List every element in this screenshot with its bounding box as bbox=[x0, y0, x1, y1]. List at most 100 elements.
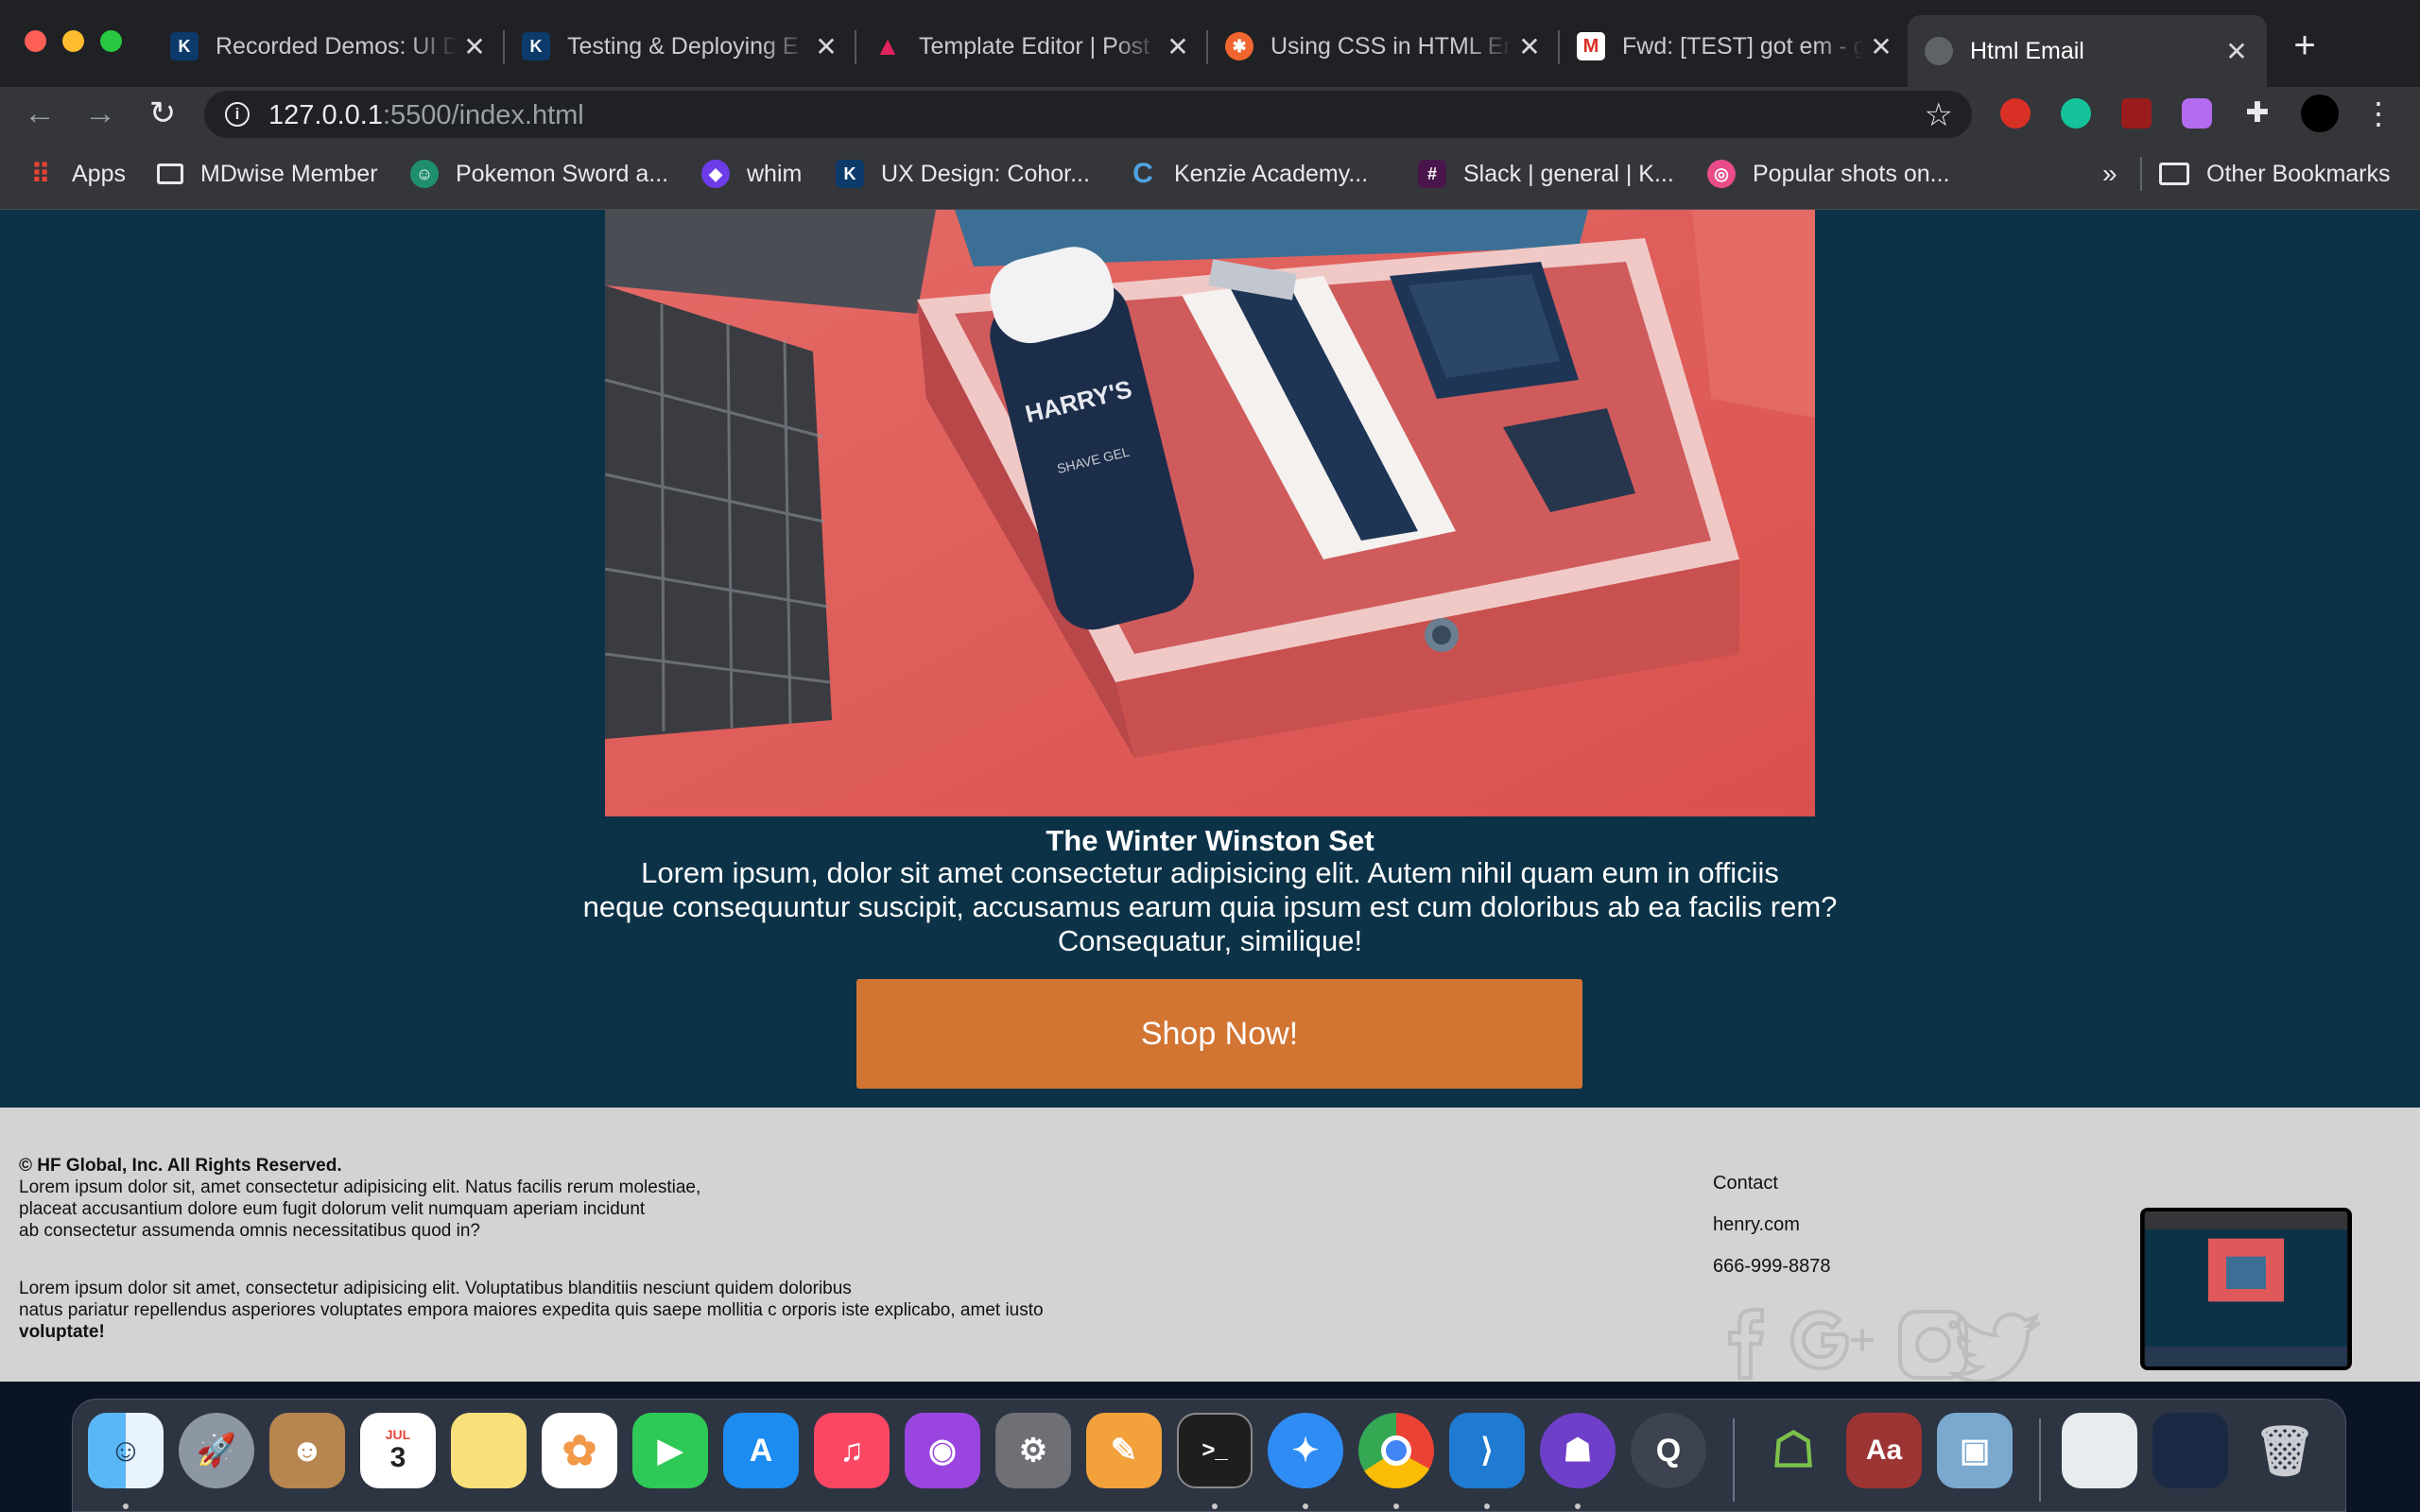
launchpad-icon[interactable]: 🚀 bbox=[179, 1413, 254, 1488]
close-tab-icon[interactable]: ✕ bbox=[458, 31, 492, 62]
bookmark-dribbble[interactable]: ◎ Popular shots on... bbox=[1707, 157, 1949, 191]
tab-recorded-demos[interactable]: K Recorded Demos: UI D ✕ bbox=[153, 15, 505, 77]
running-indicator bbox=[1303, 1503, 1308, 1509]
adblock-extension-icon[interactable] bbox=[2000, 98, 2031, 129]
calendar-icon[interactable]: JUL 3 bbox=[360, 1413, 436, 1488]
photos-icon[interactable]: ✿ bbox=[542, 1413, 617, 1488]
finder-icon[interactable]: ☺ bbox=[88, 1413, 164, 1488]
litmus-icon: ✱ bbox=[1225, 32, 1253, 60]
browser-toolbar: ← → ↻ i 127.0.0.1:5500/index.html ☆ ✚ ⋮ bbox=[0, 87, 2420, 140]
github-desktop-icon[interactable]: ☗ bbox=[1540, 1413, 1616, 1488]
running-indicator bbox=[1212, 1503, 1218, 1509]
bookmark-kenzie[interactable]: C Kenzie Academy... bbox=[1129, 157, 1368, 191]
bookmark-apps[interactable]: ⠿ Apps bbox=[26, 157, 126, 191]
b-extension-icon[interactable] bbox=[2121, 98, 2152, 129]
shop-now-button[interactable]: Shop Now! bbox=[856, 979, 1582, 1089]
profile-avatar[interactable] bbox=[2301, 94, 2339, 132]
chat-icon: ☺ bbox=[410, 160, 439, 188]
bookmarks-bar: ⠿ Apps MDwise Member ☺ Pokemon Sword a..… bbox=[0, 140, 2420, 210]
close-window-button[interactable] bbox=[25, 30, 46, 52]
monitor-icon bbox=[157, 163, 183, 184]
more-bookmarks-button[interactable]: » bbox=[2102, 157, 2118, 191]
grammarly-extension-icon[interactable] bbox=[2061, 98, 2091, 129]
close-tab-icon[interactable]: ✕ bbox=[1161, 31, 1195, 62]
p-extension-icon[interactable] bbox=[2182, 98, 2212, 129]
more-menu-icon[interactable]: ⋮ bbox=[2363, 98, 2394, 129]
bookmark-label: Apps bbox=[72, 160, 126, 187]
footer-text-line: natus pariatur repellendus asperiores vo… bbox=[19, 1300, 1044, 1320]
contact-phone[interactable]: 666-999-8878 bbox=[1713, 1246, 1831, 1287]
apps-grid-icon: ⠿ bbox=[30, 159, 51, 189]
minimize-window-button[interactable] bbox=[62, 30, 84, 52]
product-description: Lorem ipsum, dolor sit amet consectetur … bbox=[548, 856, 1872, 958]
android-studio-icon[interactable]: ☖ bbox=[1755, 1413, 1831, 1488]
social-icons bbox=[1702, 1306, 2042, 1384]
calendar-day: 3 bbox=[389, 1442, 406, 1473]
email-footer: © HF Global, Inc. All Rights Reserved. L… bbox=[0, 1108, 2420, 1384]
chrome-icon[interactable] bbox=[1358, 1413, 1434, 1488]
terminal-icon[interactable]: >_ bbox=[1177, 1413, 1253, 1488]
preview-icon[interactable]: ▣ bbox=[1937, 1413, 2013, 1488]
address-bar[interactable]: i 127.0.0.1:5500/index.html ☆ bbox=[204, 91, 1972, 138]
downloads-stack-icon[interactable] bbox=[2062, 1413, 2137, 1488]
bookmark-star-icon[interactable]: ☆ bbox=[1925, 96, 1953, 134]
close-tab-icon[interactable]: ✕ bbox=[1512, 31, 1547, 62]
footer-text-line: Lorem ipsum dolor sit amet, consectetur … bbox=[19, 1279, 852, 1298]
facetime-icon[interactable]: ▶ bbox=[632, 1413, 708, 1488]
contact-website-link[interactable]: henry.com bbox=[1713, 1204, 1831, 1246]
safari-icon[interactable]: ✦ bbox=[1268, 1413, 1343, 1488]
notes-icon[interactable] bbox=[451, 1413, 527, 1488]
macos-dock: ☺ 🚀 ☻ JUL 3 ✿ ▶ A ♫ ◉ ⚙ ✎ >_ ✦ ⟩ ☗ Q ☖ A… bbox=[72, 1399, 2346, 1512]
tab-template-editor[interactable]: ▲ Template Editor | Post ✕ bbox=[856, 15, 1208, 77]
bookmark-slack[interactable]: # Slack | general | K... bbox=[1418, 157, 1674, 191]
forward-arrow-icon[interactable]: → bbox=[81, 94, 119, 132]
bookmark-label: UX Design: Cohor... bbox=[881, 160, 1090, 187]
quicktime-icon[interactable]: Q bbox=[1631, 1413, 1706, 1488]
maximize-window-button[interactable] bbox=[100, 30, 122, 52]
url-text[interactable]: 127.0.0.1:5500/index.html bbox=[268, 100, 584, 131]
folder-icon bbox=[2159, 163, 2189, 185]
bookmark-mdwise[interactable]: MDwise Member bbox=[157, 157, 378, 191]
bookmark-ux-design[interactable]: K UX Design: Cohor... bbox=[836, 157, 1090, 191]
other-bookmarks-folder[interactable]: Other Bookmarks bbox=[2159, 157, 2391, 191]
tab-title: Fwd: [TEST] got em - g bbox=[1622, 32, 1864, 60]
facebook-icon[interactable] bbox=[1728, 1308, 1765, 1380]
dictionary-icon[interactable]: Aa bbox=[1846, 1413, 1922, 1488]
ka-icon: K bbox=[170, 32, 199, 60]
vscode-icon[interactable]: ⟩ bbox=[1449, 1413, 1525, 1488]
instagram-icon[interactable] bbox=[1898, 1310, 1968, 1380]
back-arrow-icon[interactable]: ← bbox=[21, 94, 59, 132]
bookmark-label: whim bbox=[747, 160, 803, 187]
tab-title: Html Email bbox=[1970, 37, 2084, 64]
reload-icon[interactable]: ↻ bbox=[144, 94, 182, 132]
site-info-icon[interactable]: i bbox=[225, 102, 250, 127]
running-indicator bbox=[123, 1503, 129, 1509]
bookmark-label: Kenzie Academy... bbox=[1174, 160, 1369, 187]
tab-gmail[interactable]: M Fwd: [TEST] got em - g ✕ bbox=[1560, 15, 1911, 77]
bookmark-whim[interactable]: ◆ whim bbox=[701, 157, 802, 191]
trash-icon[interactable]: 🗑 bbox=[2247, 1413, 2323, 1488]
tab-using-css[interactable]: ✱ Using CSS in HTML Em ✕ bbox=[1208, 15, 1560, 77]
web-page: HARRY'S SHAVE GEL The Winter Winston Set… bbox=[0, 210, 2420, 1384]
tab-html-email[interactable]: Html Email ✕ bbox=[1908, 15, 2267, 87]
tab-title: Using CSS in HTML Em bbox=[1270, 32, 1512, 60]
podcasts-icon[interactable]: ◉ bbox=[905, 1413, 980, 1488]
whim-icon: ◆ bbox=[701, 160, 730, 188]
close-tab-icon[interactable]: ✕ bbox=[1864, 31, 1898, 62]
bookmark-label: Slack | general | K... bbox=[1463, 160, 1674, 187]
google-plus-icon[interactable] bbox=[1789, 1309, 1874, 1371]
new-tab-button[interactable]: + bbox=[2284, 25, 2325, 66]
contacts-icon[interactable]: ☻ bbox=[269, 1413, 345, 1488]
pages-icon[interactable]: ✎ bbox=[1086, 1413, 1162, 1488]
vscode-window-icon[interactable] bbox=[2152, 1413, 2228, 1488]
music-icon[interactable]: ♫ bbox=[814, 1413, 890, 1488]
app-store-icon[interactable]: A bbox=[723, 1413, 799, 1488]
extensions-puzzle-icon[interactable]: ✚ bbox=[2242, 98, 2273, 129]
system-preferences-icon[interactable]: ⚙ bbox=[995, 1413, 1071, 1488]
bookmark-pokemon[interactable]: ☺ Pokemon Sword a... bbox=[410, 157, 668, 191]
close-tab-icon[interactable]: ✕ bbox=[809, 31, 843, 62]
close-tab-icon[interactable]: ✕ bbox=[2220, 36, 2254, 67]
screen-recording-preview[interactable] bbox=[2140, 1208, 2352, 1370]
tab-testing-deploying[interactable]: K Testing & Deploying E ✕ bbox=[505, 15, 856, 77]
bookmark-label: MDwise Member bbox=[200, 160, 378, 187]
